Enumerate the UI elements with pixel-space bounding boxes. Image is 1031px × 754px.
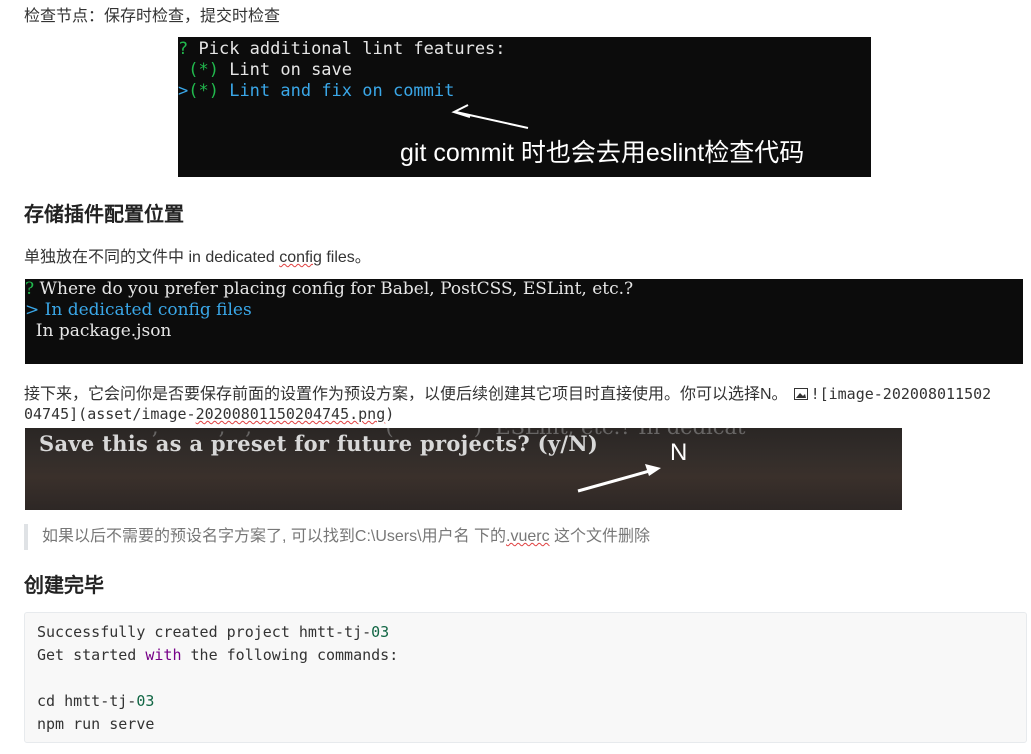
- image-icon: [793, 388, 808, 400]
- preset-photo-screenshot: , , , ( ) ESLint, etc.? In dedicat Save …: [25, 428, 902, 510]
- preset-desc: 接下来，它会问你是否要保存前面的设置作为预设方案，以便后续创建其它项目时直接使用…: [24, 385, 992, 403]
- config-option-dedicated: > In dedicated config files: [25, 300, 252, 320]
- code-line-1: Successfully created project hmtt-tj-03: [37, 623, 390, 641]
- code-line-5: npm run serve: [37, 715, 155, 733]
- code-block[interactable]: Successfully created project hmtt-tj-03 …: [24, 612, 1027, 743]
- lint-annotation-caption: git commit 时也会去用eslint检查代码: [400, 139, 805, 167]
- heading-created: 创建完毕: [24, 575, 104, 597]
- code-line-4: cd hmtt-tj-03: [37, 692, 155, 710]
- n-annotation: N: [670, 439, 688, 466]
- lint-features-screenshot: ? Pick additional lint features: (*) Lin…: [178, 37, 871, 177]
- vuerc-note-quote: 如果以后不需要的预设名字方案了, 可以找到C:\Users\用户名 下的.vue…: [24, 524, 650, 550]
- config-option-package-json: In package.json: [25, 321, 172, 341]
- arrow-to-n-icon: [577, 464, 661, 493]
- config-placement-screenshot: ? Where do you prefer placing config for…: [25, 279, 1023, 364]
- image-markdown-source: 04745](asset/image-20200801150204745.png…: [24, 405, 395, 423]
- heading-config-location: 存储插件配置位置: [24, 204, 184, 226]
- code-line-2: Get started with the following commands:: [37, 646, 399, 664]
- config-question-line: ? Where do you prefer placing config for…: [25, 279, 634, 299]
- config-location-desc: 单独放在不同的文件中 in dedicated config files。: [24, 249, 371, 266]
- checkpoint-text: 检查节点：保存时检查，提交时检查: [24, 8, 281, 25]
